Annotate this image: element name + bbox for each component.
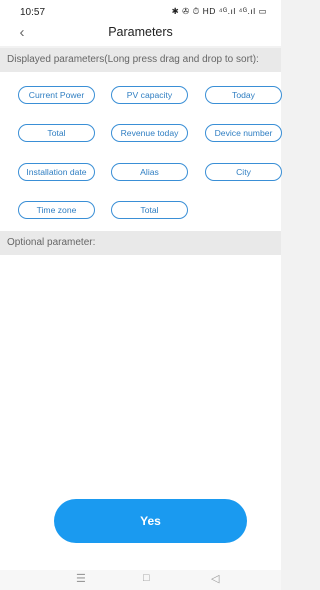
displayed-parameters-label: Displayed parameters(Long press drag and…: [0, 48, 281, 72]
page-title: Parameters: [108, 25, 173, 39]
chip-today[interactable]: Today: [205, 86, 282, 104]
menu-icon[interactable]: ☰: [76, 572, 86, 585]
displayed-parameters-list: Current Power PV capacity Today Total Re…: [0, 72, 282, 231]
chip-time-zone[interactable]: Time zone: [18, 201, 95, 219]
system-nav-bar: ☰ □ ◁: [0, 570, 281, 590]
chip-current-power[interactable]: Current Power: [18, 86, 95, 104]
yes-button[interactable]: Yes: [54, 499, 247, 543]
chip-revenue-today[interactable]: Revenue today: [111, 124, 188, 142]
status-icons: ✱ ✇ ⏱ HD ⁴ᴳ.ıl ⁴ᴳ.ıl ▭: [171, 6, 267, 16]
chip-pv-capacity[interactable]: PV capacity: [111, 86, 188, 104]
home-square-icon[interactable]: □: [143, 572, 150, 584]
status-time: 10:57: [20, 7, 46, 18]
chip-total-2[interactable]: Total: [111, 201, 188, 219]
chip-device-number[interactable]: Device number: [205, 124, 282, 142]
chip-city[interactable]: City: [205, 163, 282, 181]
back-triangle-icon[interactable]: ◁: [211, 572, 219, 585]
optional-parameter-label: Optional parameter:: [0, 231, 281, 255]
header: ‹ Parameters: [0, 22, 281, 46]
chip-alias[interactable]: Alias: [111, 163, 188, 181]
chip-installation-date[interactable]: Installation date: [18, 163, 95, 181]
chip-total[interactable]: Total: [18, 124, 95, 142]
status-bar: 10:57 ✱ ✇ ⏱ HD ⁴ᴳ.ıl ⁴ᴳ.ıl ▭: [0, 0, 281, 22]
